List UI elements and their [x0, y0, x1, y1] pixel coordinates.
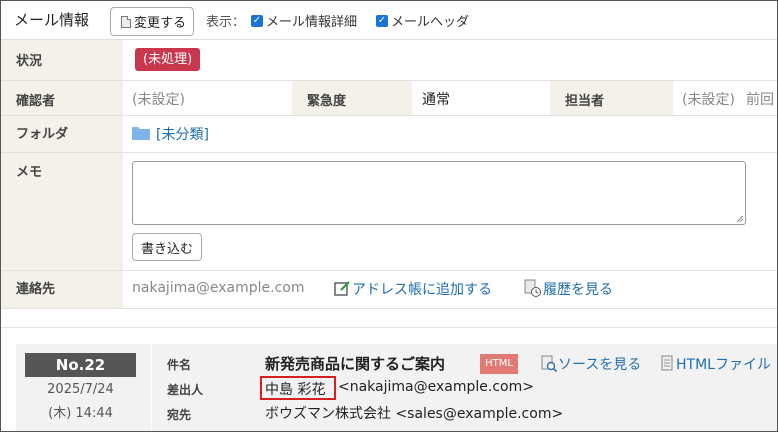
assignee-label: 担当者 — [550, 81, 673, 115]
confirm-value[interactable]: (未設定) — [132, 89, 185, 109]
change-button-label: 変更する — [134, 16, 187, 31]
highlight-box — [260, 376, 336, 400]
to-label: 宛先 — [167, 408, 192, 422]
check-icon: ✓ — [251, 14, 263, 27]
folder-label: フォルダ — [1, 116, 123, 152]
status-badge[interactable]: (未処理) — [135, 48, 201, 71]
memo-textarea[interactable] — [132, 161, 746, 225]
mail-date: 2025/7/24 — [47, 382, 114, 397]
change-button[interactable]: 変更する — [110, 7, 194, 36]
subject-label: 件名 — [167, 358, 192, 372]
checkbox-mail-header-label: メールヘッダ — [391, 15, 470, 30]
section-divider — [1, 327, 777, 328]
mail-info-panel: メール情報 変更する 表示： ✓ メール情報詳細 ✓ メールヘッダ 状況 (未処… — [0, 0, 778, 432]
html-file-link[interactable]: HTMLファイル — [676, 354, 771, 374]
view-source-link[interactable]: ソースを見る — [558, 354, 641, 374]
add-to-address-book-link[interactable]: アドレス帳に追加する — [352, 279, 492, 299]
assignee-value[interactable]: (未設定) — [682, 89, 735, 109]
document-icon — [121, 15, 131, 28]
checkbox-mail-detail[interactable]: ✓ メール情報詳細 — [251, 11, 357, 30]
toolbar: メール情報 変更する 表示： ✓ メール情報詳細 ✓ メールヘッダ — [1, 1, 777, 40]
resize-handle-icon — [736, 215, 743, 222]
mail-subject: 新発売商品に関するご案内 — [265, 355, 446, 373]
edit-icon — [334, 281, 350, 296]
write-button[interactable]: 書き込む — [132, 233, 202, 261]
memo-label: メモ — [1, 153, 123, 270]
urgency-label: 緊急度 — [292, 81, 412, 115]
file-icon — [661, 355, 673, 371]
view-history-link[interactable]: 履歴を見る — [543, 279, 613, 299]
to-address: ボウズマン株式会社 <sales@example.com> — [265, 406, 564, 422]
check-icon: ✓ — [376, 14, 388, 27]
from-label: 差出人 — [167, 383, 204, 397]
write-button-label: 書き込む — [140, 241, 193, 257]
view-source-icon — [541, 355, 558, 373]
history-icon — [524, 279, 541, 297]
mail-time: (木) 14:44 — [48, 406, 113, 421]
folder-link[interactable]: [未分類] — [156, 124, 209, 144]
folder-icon — [132, 127, 150, 140]
previous-label[interactable]: 前回 — [746, 89, 774, 109]
confirm-label: 確認者 — [1, 81, 123, 115]
contact-label: 連絡先 — [1, 271, 123, 308]
page-title: メール情報 — [14, 11, 90, 29]
status-row: 状況 — [1, 40, 777, 81]
mail-divider — [151, 344, 152, 431]
checkbox-mail-header[interactable]: ✓ メールヘッダ — [376, 11, 469, 30]
mail-number: No.22 — [25, 353, 136, 377]
folder-row: フォルダ — [1, 116, 777, 153]
display-label: 表示： — [206, 15, 246, 30]
html-badge: HTML — [480, 354, 518, 374]
status-label: 状況 — [1, 40, 123, 80]
contact-email: nakajima@example.com — [132, 280, 305, 296]
from-email: <nakajima@example.com> — [338, 379, 534, 395]
urgency-value[interactable]: 通常 — [422, 89, 450, 109]
checkbox-mail-detail-label: メール情報詳細 — [266, 15, 358, 30]
